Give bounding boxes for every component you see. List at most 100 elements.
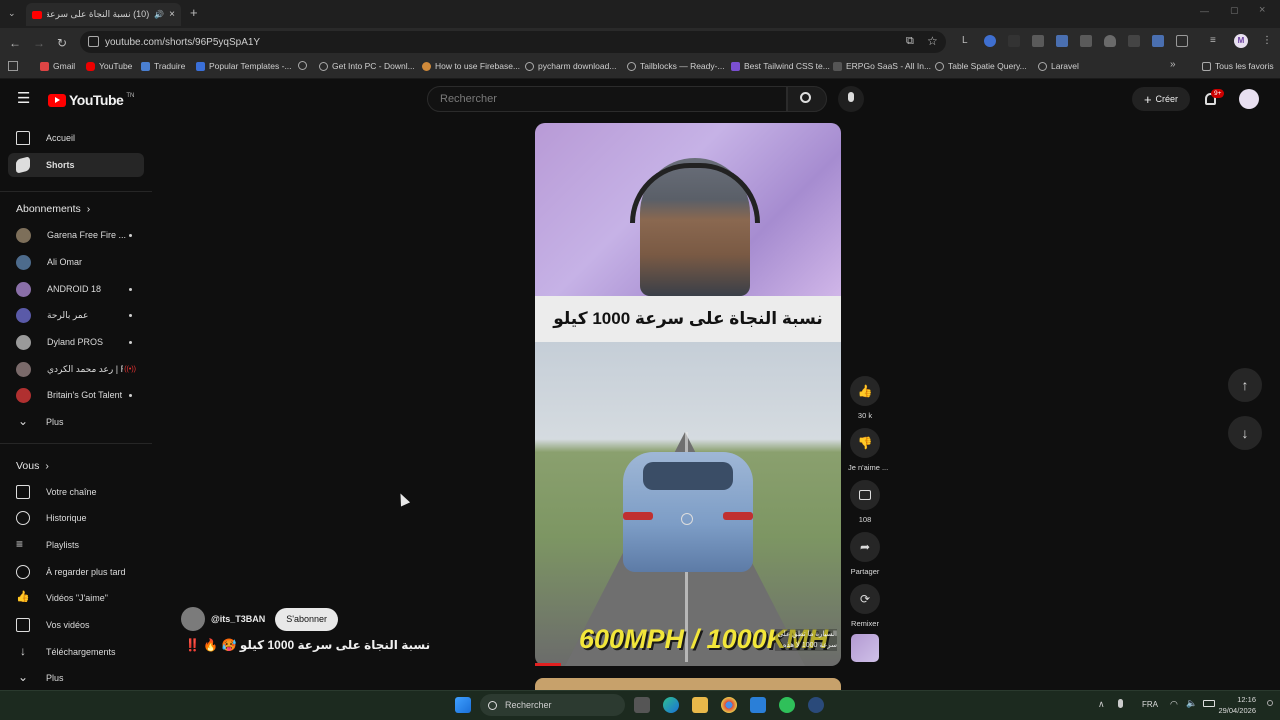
sidebar-sub-ali-omar[interactable]: Ali Omar	[8, 250, 144, 274]
bookmark-tailwind[interactable]: Best Tailwind CSS te...	[731, 61, 830, 71]
search-button[interactable]	[787, 86, 827, 112]
channel-avatar[interactable]	[181, 607, 205, 631]
forward-icon[interactable]: →	[33, 36, 45, 50]
more-bookmarks-icon[interactable]: »	[1170, 59, 1176, 70]
microphone-tray-icon[interactable]	[1118, 699, 1123, 708]
sidebar-item-shorts[interactable]: Shorts	[8, 153, 144, 177]
bookmark-erpgo[interactable]: ERPGo SaaS - All In...	[833, 61, 931, 71]
bookmark-tailblocks[interactable]: Tailblocks — Ready-...	[627, 61, 725, 71]
sidebar-item-your-videos[interactable]: Vos vidéos	[8, 613, 144, 637]
tray-overflow-icon[interactable]: ∧	[1098, 699, 1105, 710]
browser-tab[interactable]: (10) نسبة النجاة على سرعة 0 🔊 ×	[26, 3, 181, 26]
sidebar-sub-garena[interactable]: Garena Free Fire ...	[8, 223, 144, 247]
hamburger-menu-icon[interactable]: ☰	[17, 91, 30, 106]
audio-source-thumbnail[interactable]	[851, 634, 879, 662]
shield-extension-icon[interactable]	[1104, 35, 1116, 47]
volume-icon[interactable]: 🔈	[1186, 698, 1197, 709]
new-tab-icon[interactable]: +	[190, 5, 198, 20]
file-explorer-icon[interactable]	[692, 697, 708, 713]
sidebar-item-watch-later[interactable]: À regarder plus tard	[8, 560, 144, 584]
bookmark-spatie[interactable]: Table Spatie Query...	[935, 61, 1027, 71]
whatsapp-icon[interactable]	[779, 697, 795, 713]
sidebar-more-subs[interactable]: ⌄ Plus	[8, 410, 144, 434]
windows-start-icon[interactable]	[455, 697, 471, 713]
extension-doc-icon[interactable]	[1056, 35, 1068, 47]
shorts-video-player[interactable]: نسبة النجاة على سرعة 1000 كيلو 600MPH / …	[535, 123, 841, 666]
sidebar-item-downloads[interactable]: ↓ Téléchargements	[8, 640, 144, 664]
bookmark-traduire[interactable]: Traduire	[141, 61, 185, 71]
sidebar-item-home[interactable]: Accueil	[8, 126, 144, 150]
minimize-icon[interactable]: —	[1200, 6, 1209, 16]
next-short-button[interactable]: ↓	[1228, 416, 1262, 450]
you-heading[interactable]: Vous ›	[16, 460, 49, 472]
bookmark-pycharm[interactable]: pycharm download...	[525, 61, 616, 71]
video-progress-bar[interactable]	[535, 663, 561, 666]
media-controls-icon[interactable]: ≡	[1210, 35, 1222, 47]
terminal-extension-icon[interactable]	[1008, 35, 1020, 47]
battery-icon[interactable]	[1203, 700, 1215, 707]
bookmark-popular-templates[interactable]: Popular Templates -...	[196, 61, 292, 71]
tab-list-icon[interactable]: ⌄	[8, 8, 16, 19]
remix-button[interactable]: ⟳ Remixer	[848, 584, 882, 628]
sidebar-item-your-channel[interactable]: Votre chaîne	[8, 480, 144, 504]
channel-handle[interactable]: @its_T3BAN	[211, 614, 265, 624]
comments-button[interactable]: 108	[848, 480, 882, 524]
task-view-icon[interactable]	[634, 697, 650, 713]
close-tab-icon[interactable]: ×	[169, 9, 175, 20]
account-avatar[interactable]	[1239, 89, 1259, 109]
sidebar-item-playlists[interactable]: ≡ Playlists	[8, 533, 144, 557]
subscribe-button[interactable]: S'abonner	[275, 607, 339, 631]
bookmark-laravel[interactable]: Laravel	[1038, 61, 1079, 71]
short-title[interactable]: ‼️ 🔥 🥵 نسبة النجاة على سرعة 1000 كيلو	[185, 638, 430, 652]
language-indicator[interactable]: FRA	[1142, 700, 1158, 709]
close-window-icon[interactable]: ×	[1259, 4, 1265, 16]
globe-bookmark-icon[interactable]	[298, 61, 307, 70]
bookmark-gmail[interactable]: Gmail	[40, 61, 75, 71]
previous-short-button[interactable]: ↑	[1228, 368, 1262, 402]
install-app-icon[interactable]: ⧉	[906, 35, 914, 48]
sidebar-item-liked-videos[interactable]: 👍 Vidéos "J'aime"	[8, 586, 144, 610]
vscode-icon[interactable]	[750, 697, 766, 713]
extension-grid-icon[interactable]	[1032, 35, 1044, 47]
bookmark-firebase[interactable]: How to use Firebase...	[422, 61, 520, 71]
notifications-button[interactable]: 9+	[1203, 89, 1225, 107]
extension-camera-icon[interactable]	[1128, 35, 1140, 47]
back-icon[interactable]: ←	[9, 36, 21, 50]
address-bar[interactable]: youtube.com/shorts/96P5yqSpA1Y ⧉ ☆	[80, 31, 946, 53]
edge-icon[interactable]	[663, 697, 679, 713]
extension-circle-icon[interactable]	[984, 35, 996, 47]
share-button[interactable]: ➦ Partager	[848, 532, 882, 576]
extension-blue-icon[interactable]	[1152, 35, 1164, 47]
site-info-icon[interactable]	[88, 36, 99, 47]
speaker-icon[interactable]: 🔊	[154, 10, 164, 19]
bookmark-star-icon[interactable]: ☆	[927, 34, 938, 48]
sidebar-sub-raad[interactable]: رعد محمد الكردي | R... ((•))	[8, 357, 144, 381]
browser-menu-icon[interactable]: ⋮	[1262, 35, 1272, 46]
steam-icon[interactable]	[808, 697, 824, 713]
profile-avatar[interactable]: M	[1234, 34, 1248, 48]
sidebar-more-you[interactable]: ⌄ Plus	[8, 666, 144, 690]
all-bookmarks[interactable]: Tous les favoris	[1202, 61, 1274, 71]
create-button[interactable]: + Créer	[1132, 87, 1190, 111]
maximize-icon[interactable]: ▢	[1230, 5, 1239, 16]
subscriptions-heading[interactable]: Abonnements ›	[16, 203, 90, 215]
next-short-preview[interactable]	[535, 678, 841, 690]
extension-l-icon[interactable]: L	[962, 35, 974, 47]
youtube-logo[interactable]: YouTube TN	[48, 92, 134, 108]
sidebar-sub-arabic[interactable]: عمر بالرحة	[8, 303, 144, 327]
sidebar-sub-android18[interactable]: ANDROID 18	[8, 277, 144, 301]
sidebar-sub-bgt[interactable]: Britain's Got Talent	[8, 383, 144, 407]
system-clock[interactable]: 12:16 29/04/2026	[1218, 694, 1256, 716]
dislike-button[interactable]: 👎 Je n'aime ...	[848, 428, 888, 472]
search-input[interactable]: Rechercher	[427, 86, 787, 112]
like-button[interactable]: 👍 30 k	[848, 376, 882, 420]
wifi-icon[interactable]: ◠	[1170, 699, 1178, 710]
sidebar-item-history[interactable]: Historique	[8, 506, 144, 530]
voice-search-button[interactable]	[838, 86, 864, 112]
bookmark-youtube[interactable]: YouTube	[86, 61, 132, 71]
notification-center-icon[interactable]	[1267, 700, 1273, 706]
chrome-icon[interactable]	[721, 697, 737, 713]
taskbar-search[interactable]: Rechercher	[480, 694, 625, 716]
sidebar-sub-dyland[interactable]: Dyland PROS	[8, 330, 144, 354]
apps-grid-icon[interactable]	[8, 61, 18, 71]
